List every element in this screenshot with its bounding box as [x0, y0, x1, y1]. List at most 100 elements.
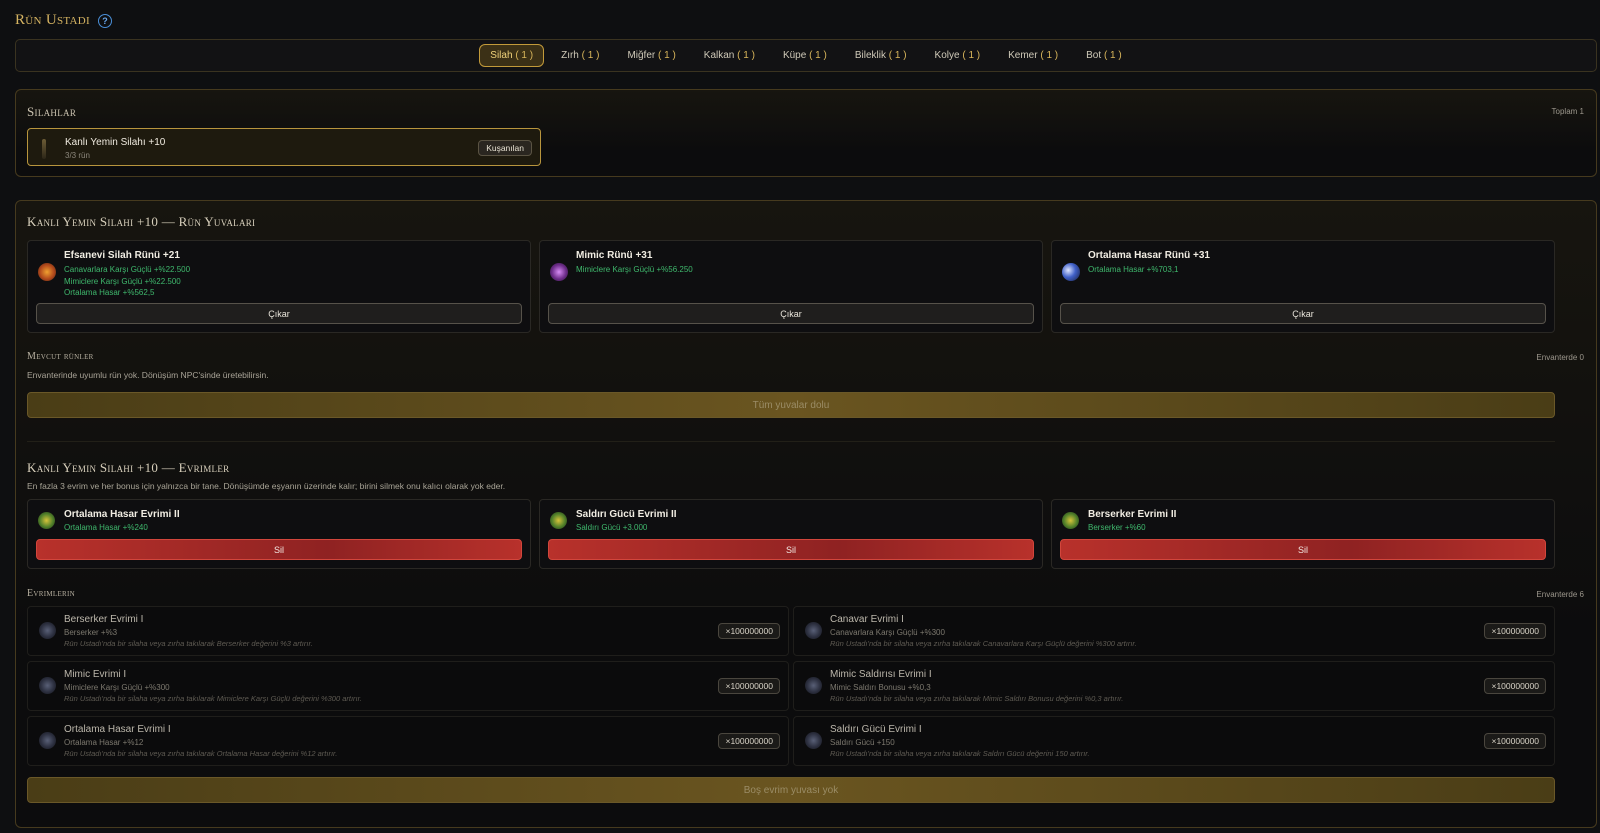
- delete-evolution-button[interactable]: Sil: [1060, 539, 1546, 560]
- rune-stats: Canavarlara Karşı Güçlü +%22.500 Mimicle…: [64, 264, 190, 299]
- weapon-detail-panel: Kanlı Yemin Silahı +10 — Rün Yuvaları Ef…: [15, 200, 1597, 828]
- equipment-tabs: Silah ( 1 ) Zırh ( 1 ) Miğfer ( 1 ) Kalk…: [15, 39, 1597, 72]
- mimic-rune-icon: [550, 263, 568, 281]
- rune-stat: Canavarlara Karşı Güçlü +%22.500: [64, 265, 191, 274]
- tab-bot[interactable]: Bot ( 1 ): [1075, 44, 1133, 67]
- item-stat: Saldırı Gücü +150: [830, 738, 895, 747]
- remove-rune-button[interactable]: Çıkar: [1060, 303, 1546, 324]
- section-divider: [27, 441, 1555, 442]
- tab-zirh[interactable]: Zırh ( 1 ): [550, 44, 610, 67]
- tab-silah[interactable]: Silah ( 1 ): [479, 44, 545, 67]
- tab-label: Silah: [490, 50, 513, 61]
- evolution-inventory-item[interactable]: Mimic Evrimi I Mimiclere Karşı Güçlü +%3…: [27, 661, 789, 711]
- item-description: Rün Ustadı'nda bir silaha veya zırha tak…: [830, 639, 1137, 648]
- page-title: Rün Ustadı: [15, 12, 90, 28]
- item-description: Rün Ustadı'nda bir silaha veya zırha tak…: [64, 694, 362, 703]
- tab-label: Küpe: [782, 50, 807, 61]
- item-quantity: ×100000000: [1484, 733, 1546, 749]
- evolution-emblem-icon: [805, 732, 822, 749]
- item-name: Saldırı Gücü Evrimi I: [830, 724, 922, 735]
- item-stat: Ortalama Hasar +%12: [64, 738, 144, 747]
- evolution-emblem-icon: [550, 512, 567, 529]
- tab-label: Zırh: [561, 50, 579, 61]
- tab-bileklik[interactable]: Bileklik ( 1 ): [844, 44, 918, 67]
- rune-slot-card: Efsanevi Silah Rünü +21 Canavarlara Karş…: [27, 240, 531, 333]
- evolutions-title: Kanlı Yemin Silahı +10 — Evrimler: [27, 460, 230, 475]
- item-description: Rün Ustadı'nda bir silaha veya zırha tak…: [64, 639, 313, 648]
- available-runes-count: Envanterde 0: [1536, 353, 1584, 362]
- tab-label: Kolye: [934, 50, 960, 61]
- evolution-inventory-item[interactable]: Mimic Saldırısı Evrimi I Mimic Saldırı B…: [793, 661, 1555, 711]
- rune-stat: Mimiclere Karşı Güçlü +%22.500: [64, 276, 181, 286]
- remove-rune-button[interactable]: Çıkar: [36, 303, 522, 324]
- evolution-card: Ortalama Hasar Evrimi II Ortalama Hasar …: [27, 499, 531, 569]
- no-empty-evolution-slot-button[interactable]: Boş evrim yuvası yok: [27, 777, 1555, 803]
- evolution-emblem-icon: [39, 732, 56, 749]
- evolution-inventory-item[interactable]: Canavar Evrimi I Canavarlara Karşı Güçlü…: [793, 606, 1555, 656]
- evolution-emblem-icon: [39, 677, 56, 694]
- all-slots-full-button[interactable]: Tüm yuvalar dolu: [27, 392, 1555, 418]
- page-header: Rün Ustadı ?: [15, 12, 112, 29]
- evolution-inventory-item[interactable]: Saldırı Gücü Evrimi I Saldırı Gücü +150 …: [793, 716, 1555, 766]
- item-description: Rün Ustadı'nda bir silaha veya zırha tak…: [830, 694, 1124, 703]
- tab-label: Miğfer: [627, 50, 656, 61]
- remove-rune-button[interactable]: Çıkar: [548, 303, 1034, 324]
- tab-label: Bot: [1086, 50, 1102, 61]
- available-runes-title: Mevcut rünler: [27, 351, 94, 362]
- rune-name: Ortalama Hasar Rünü +31: [1088, 250, 1210, 261]
- evolution-inventory-title: Evrimlerin: [27, 588, 75, 599]
- delete-evolution-button[interactable]: Sil: [36, 539, 522, 560]
- evolution-inventory-item[interactable]: Ortalama Hasar Evrimi I Ortalama Hasar +…: [27, 716, 789, 766]
- tab-count: ( 1 ): [888, 50, 907, 61]
- weapon-rune-count: 3/3 rün: [65, 151, 90, 160]
- tab-count: ( 1 ): [658, 50, 676, 61]
- evolution-stat: Berserker +%60: [1088, 523, 1146, 532]
- evolution-emblem-icon: [805, 677, 822, 694]
- weapon-name: Kanlı Yemin Silahı +10: [65, 137, 166, 148]
- rune-slot-card: Mimic Rünü +31 Mimiclere Karşı Güçlü +%5…: [539, 240, 1043, 333]
- rune-stat: Ortalama Hasar +%562,5: [64, 288, 155, 297]
- item-name: Berserker Evrimi I: [64, 614, 144, 625]
- item-quantity: ×100000000: [718, 678, 780, 694]
- evolution-name: Ortalama Hasar Evrimi II: [64, 509, 180, 520]
- evolution-emblem-icon: [1062, 512, 1079, 529]
- evolution-inventory-item[interactable]: Berserker Evrimi I Berserker +%3 Rün Ust…: [27, 606, 789, 656]
- rune-stats: Mimiclere Karşı Güçlü +%56.250: [576, 264, 693, 276]
- help-icon[interactable]: ?: [97, 13, 112, 28]
- tab-count: ( 1 ): [1040, 50, 1059, 61]
- rune-name: Mimic Rünü +31: [576, 250, 653, 261]
- tab-count: ( 1 ): [962, 50, 981, 61]
- evolution-stat: Ortalama Hasar +%240: [64, 523, 148, 532]
- tab-kalkan[interactable]: Kalkan ( 1 ): [693, 44, 766, 67]
- item-description: Rün Ustadı'nda bir silaha veya zırha tak…: [64, 749, 338, 758]
- rune-stats: Ortalama Hasar +%703,1: [1088, 264, 1179, 276]
- fire-rune-icon: [38, 263, 56, 281]
- item-stat: Mimic Saldırı Bonusu +%0,3: [830, 683, 931, 692]
- item-name: Ortalama Hasar Evrimi I: [64, 724, 171, 735]
- tab-label: Kemer: [1008, 50, 1038, 61]
- tab-kolye[interactable]: Kolye ( 1 ): [924, 44, 992, 67]
- weapons-panel: Silahlar Toplam 1 Kanlı Yemin Silahı +10…: [15, 89, 1597, 177]
- item-quantity: ×100000000: [718, 623, 780, 639]
- weapons-total: Toplam 1: [1551, 107, 1584, 116]
- weapon-card-selected[interactable]: Kanlı Yemin Silahı +10 3/3 rün Kuşanılan: [27, 128, 541, 166]
- item-name: Mimic Evrimi I: [64, 669, 127, 680]
- tab-kupe[interactable]: Küpe ( 1 ): [772, 44, 838, 67]
- equipped-badge: Kuşanılan: [478, 140, 532, 156]
- weapons-title: Silahlar: [27, 104, 77, 119]
- tab-count: ( 1 ): [581, 50, 600, 61]
- item-quantity: ×100000000: [1484, 623, 1546, 639]
- tab-migfer[interactable]: Miğfer ( 1 ): [616, 44, 686, 67]
- item-quantity: ×100000000: [718, 733, 780, 749]
- rune-name: Efsanevi Silah Rünü +21: [64, 250, 180, 261]
- delete-evolution-button[interactable]: Sil: [548, 539, 1034, 560]
- tab-label: Bileklik: [854, 50, 886, 61]
- tab-label: Kalkan: [703, 50, 735, 61]
- evolution-inventory-count: Envanterde 6: [1536, 590, 1584, 599]
- tab-kemer[interactable]: Kemer ( 1 ): [997, 44, 1069, 67]
- rune-slots-title: Kanlı Yemin Silahı +10 — Rün Yuvaları: [27, 214, 256, 229]
- rune-slot-card: Ortalama Hasar Rünü +31 Ortalama Hasar +…: [1051, 240, 1555, 333]
- sword-icon: [42, 139, 46, 159]
- item-name: Mimic Saldırısı Evrimi I: [830, 669, 932, 680]
- tab-count: ( 1 ): [809, 50, 827, 61]
